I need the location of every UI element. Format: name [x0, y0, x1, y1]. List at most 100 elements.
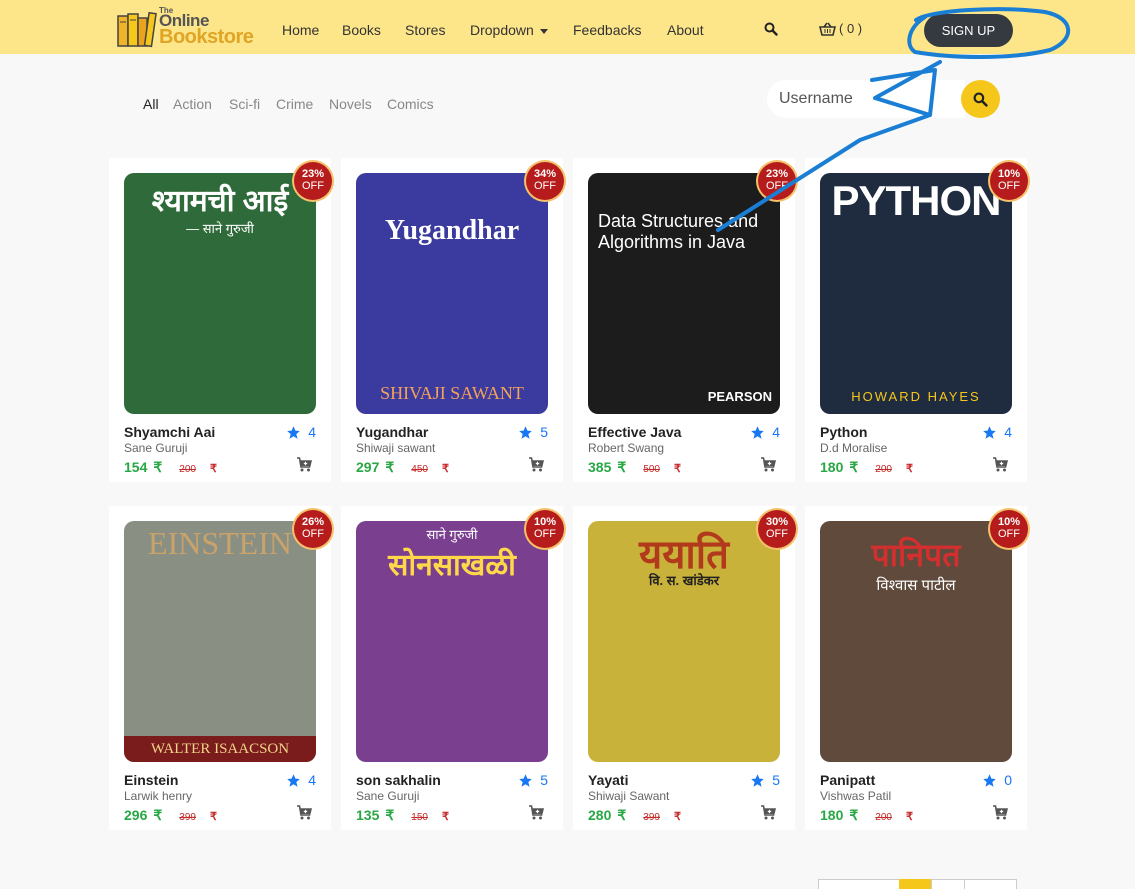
book-old-price: 200: [875, 812, 892, 823]
book-price: 280: [588, 807, 612, 823]
pagination-prev[interactable]: [818, 879, 900, 889]
rupee-symbol: ₹: [153, 807, 163, 823]
rating-value: 5: [540, 772, 548, 788]
logo-line2: Bookstore: [159, 26, 254, 48]
cover-title: EINSTEIN: [148, 525, 292, 561]
discount-off: OFF: [766, 180, 788, 192]
navbar: The Online Bookstore Home Books Stores D…: [0, 0, 1135, 54]
cover-title: श्यामची आई: [151, 185, 289, 218]
book-rating: 4: [286, 424, 316, 440]
book-title[interactable]: Einstein: [124, 772, 178, 788]
star-icon: [983, 425, 996, 439]
nav-search-icon[interactable]: [764, 22, 778, 41]
book-cover[interactable]: ययाति वि. स. खांडेकर: [588, 521, 780, 762]
add-to-cart-icon[interactable]: [528, 805, 545, 825]
filter-action[interactable]: Action: [173, 96, 212, 112]
nav-stores[interactable]: Stores: [405, 22, 445, 38]
book-cover[interactable]: EINSTEIN WALTER ISAACSON: [124, 521, 316, 762]
add-to-cart-icon[interactable]: [760, 805, 777, 825]
book-title[interactable]: Yayati: [588, 772, 628, 788]
brand-logo[interactable]: The Online Bookstore: [117, 6, 257, 48]
book-card[interactable]: EINSTEIN WALTER ISAACSON 26% OFF Einstei…: [109, 506, 332, 830]
star-icon: [519, 425, 532, 439]
book-price: 296: [124, 807, 148, 823]
book-rating: 5: [518, 772, 548, 788]
nav-about[interactable]: About: [667, 22, 704, 38]
add-to-cart-icon[interactable]: [992, 805, 1009, 825]
book-price: 180: [820, 459, 844, 475]
price-row: 154 ₹ 200 ₹: [124, 459, 217, 476]
discount-off: OFF: [534, 180, 556, 192]
book-cover[interactable]: सोनसाखळी साने गुरुजी: [356, 521, 548, 762]
filter-crime[interactable]: Crime: [276, 96, 313, 112]
book-title[interactable]: Yugandhar: [356, 424, 428, 440]
add-to-cart-icon[interactable]: [528, 457, 545, 477]
pagination-next[interactable]: [964, 879, 1017, 889]
discount-badge: 23% OFF: [294, 162, 332, 200]
book-cover[interactable]: PYTHON HOWARD HAYES: [820, 173, 1012, 414]
book-card[interactable]: पानिपत विश्वास पाटील 10% OFF Panipatt Vi…: [805, 506, 1028, 830]
nav-home[interactable]: Home: [282, 22, 319, 38]
search-button[interactable]: [961, 80, 1000, 118]
book-card[interactable]: श्यामची आई — साने गुरुजी 23% OFF Shyamch…: [109, 158, 332, 482]
search-input[interactable]: [767, 80, 947, 118]
nav-books[interactable]: Books: [342, 22, 381, 38]
book-cover[interactable]: श्यामची आई — साने गुरुजी: [124, 173, 316, 414]
book-title[interactable]: son sakhalin: [356, 772, 441, 788]
add-to-cart-icon[interactable]: [296, 805, 313, 825]
discount-value: 10%: [997, 516, 1021, 528]
book-card[interactable]: PYTHON HOWARD HAYES 10% OFF Python D.d M…: [805, 158, 1028, 482]
filter-scifi[interactable]: Sci-fi: [229, 96, 260, 112]
rating-value: 5: [540, 424, 548, 440]
rupee-symbol: ₹: [385, 807, 395, 823]
book-cover[interactable]: पानिपत विश्वास पाटील: [820, 521, 1012, 762]
cover-subtitle: विश्वास पाटील: [876, 577, 956, 594]
book-card[interactable]: Data Structures and Algorithms in Java P…: [573, 158, 796, 482]
filter-all[interactable]: All: [143, 96, 159, 112]
book-title[interactable]: Effective Java: [588, 424, 681, 440]
book-card[interactable]: सोनसाखळी साने गुरुजी 10% OFF son sakhali…: [341, 506, 564, 830]
star-icon: [751, 425, 764, 439]
cover-title: पानिपत: [871, 537, 961, 573]
discount-off: OFF: [998, 180, 1020, 192]
book-cover[interactable]: Yugandhar SHIVAJI SAWANT: [356, 173, 548, 414]
book-title[interactable]: Panipatt: [820, 772, 875, 788]
discount-badge: 26% OFF: [294, 510, 332, 548]
filter-novels[interactable]: Novels: [329, 96, 372, 112]
book-price: 385: [588, 459, 612, 475]
book-old-price: 399: [179, 812, 196, 823]
book-author: Sane Guruji: [124, 441, 188, 455]
discount-badge: 23% OFF: [758, 162, 796, 200]
rupee-symbol-old: ₹: [673, 811, 681, 823]
rupee-symbol: ₹: [385, 459, 395, 475]
books-logo-icon: [117, 11, 157, 48]
rupee-symbol: ₹: [849, 459, 859, 475]
rupee-symbol-old: ₹: [441, 811, 449, 823]
signup-button[interactable]: SIGN UP: [924, 14, 1013, 47]
book-rating: 5: [518, 424, 548, 440]
nav-dropdown[interactable]: Dropdown: [470, 22, 548, 38]
discount-value: 10%: [533, 516, 557, 528]
book-cover[interactable]: Data Structures and Algorithms in Java P…: [588, 173, 780, 414]
star-icon: [519, 773, 532, 787]
add-to-cart-icon[interactable]: [992, 457, 1009, 477]
book-old-price: 200: [875, 464, 892, 475]
book-rating: 0: [982, 772, 1012, 788]
cover-subtitle: साने गुरुजी: [426, 527, 478, 542]
discount-badge: 34% OFF: [526, 162, 564, 200]
book-title[interactable]: Python: [820, 424, 867, 440]
pagination-page[interactable]: [931, 879, 965, 889]
book-card[interactable]: ययाति वि. स. खांडेकर 30% OFF Yayati Shiw…: [573, 506, 796, 830]
cover-subtitle: वि. स. खांडेकर: [648, 573, 720, 588]
nav-feedbacks[interactable]: Feedbacks: [573, 22, 641, 38]
search-icon: [973, 92, 988, 107]
pagination-page-active[interactable]: [899, 879, 932, 889]
book-card[interactable]: Yugandhar SHIVAJI SAWANT 34% OFF Yugandh…: [341, 158, 564, 482]
discount-off: OFF: [766, 528, 788, 540]
book-title[interactable]: Shyamchi Aai: [124, 424, 215, 440]
filter-comics[interactable]: Comics: [387, 96, 434, 112]
book-old-price: 450: [411, 464, 428, 475]
add-to-cart-icon[interactable]: [296, 457, 313, 477]
add-to-cart-icon[interactable]: [760, 457, 777, 477]
nav-cart[interactable]: ( 0 ): [819, 21, 862, 36]
